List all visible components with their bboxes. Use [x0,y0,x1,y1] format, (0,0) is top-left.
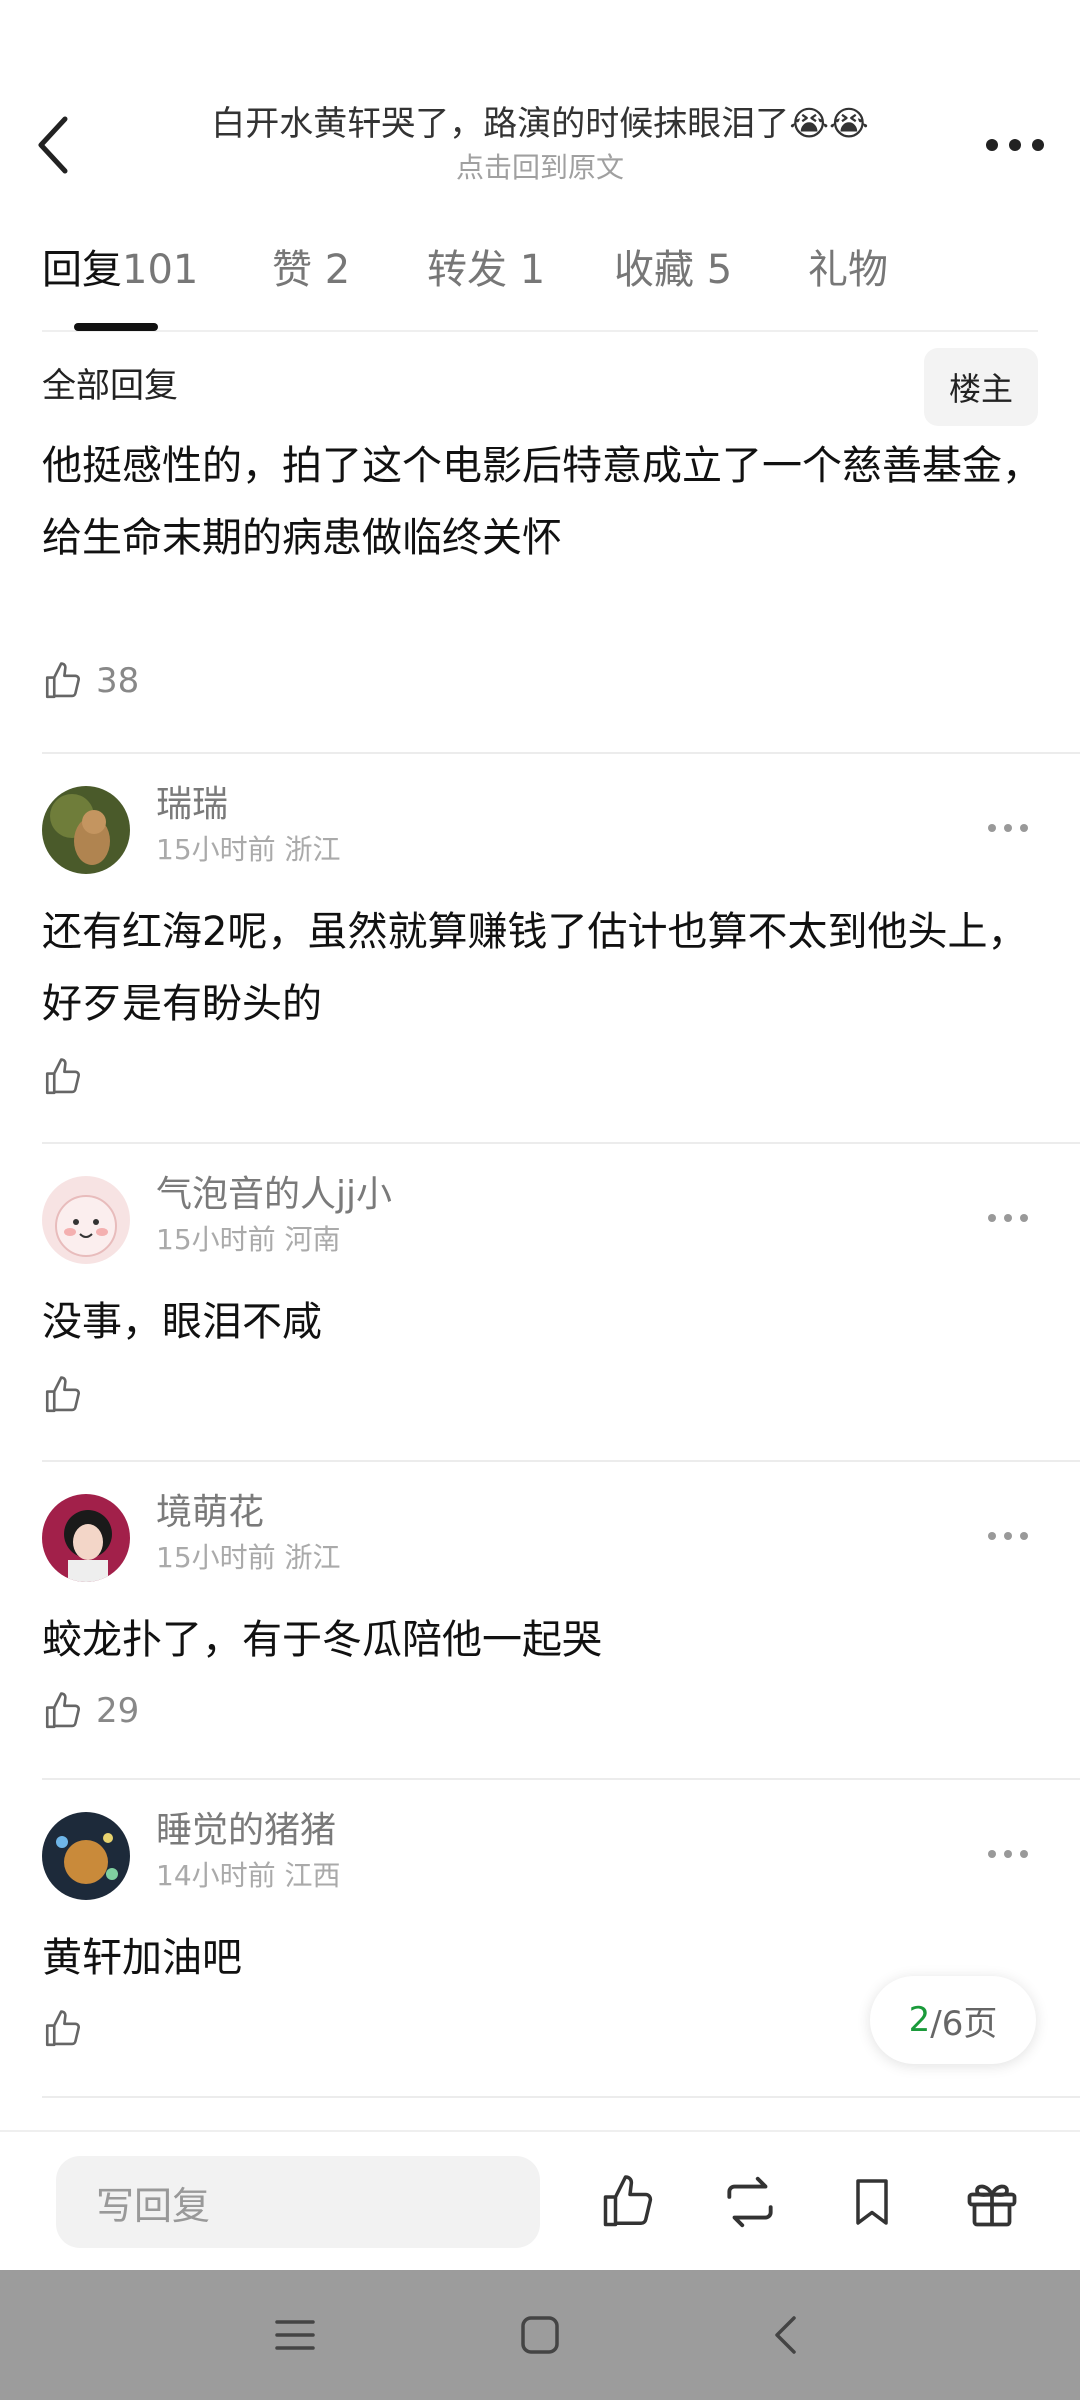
tab-label: 回复 [42,247,122,293]
reply-input[interactable]: 写回复 [56,2156,540,2248]
main-reply-text: 他挺感性的，拍了这个电影后特意成立了一个慈善基金，给生命末期的病患做临终关怀 [42,443,1042,561]
tab-label: 收藏 [614,247,694,293]
comment-time: 15小时前 [156,1541,276,1574]
comment-location: 江西 [284,1859,341,1892]
tab-label: 赞 [272,247,312,293]
like-button[interactable] [42,2008,96,2050]
tab-count: 101 [122,247,199,293]
bookmark-icon[interactable] [834,2164,910,2240]
user-name[interactable]: 气泡音的人jj小 [156,1170,392,1220]
thumbs-up-icon [45,1376,80,1413]
comment-text: 没事，眼泪不咸 [42,1299,322,1345]
tab-count: 1 [519,247,546,293]
tab-label: 礼物 [808,247,888,293]
title-area[interactable]: 白开水黄轩哭了，路演的时候抹眼泪了😭😭 点击回到原文 [150,100,930,188]
back-to-original-link[interactable]: 点击回到原文 [150,148,930,188]
comment-meta: 14小时前 江西 [156,1856,341,1896]
system-nav-bar [0,2270,1080,2400]
more-dots-icon[interactable] [978,1516,1038,1556]
user-name[interactable]: 睡觉的猪猪 [156,1806,336,1856]
tab-label: 转发 [427,247,507,293]
comment-time: 15小时前 [156,1223,276,1256]
like-button[interactable] [42,1056,96,1098]
user-name[interactable]: 瑞瑞 [156,780,228,830]
tab-favorites[interactable]: 收藏 5 [614,240,732,300]
avatar[interactable] [42,1176,130,1264]
tab-reposts[interactable]: 转发 1 [427,240,545,300]
like-count: 38 [96,661,140,701]
comment-time: 15小时前 [156,833,276,866]
comment-text: 蛟龙扑了，有于冬瓜陪他一起哭 [42,1617,602,1663]
tab-likes[interactable]: 赞 2 [272,240,350,300]
back-arrow-icon[interactable] [28,110,78,180]
more-dots-icon[interactable] [978,1834,1038,1874]
tab-bar: 回复101 赞 2 转发 1 收藏 5 礼物 [42,240,1038,332]
tab-count: 2 [324,247,351,293]
bottom-action-bar: 写回复 [0,2130,1080,2270]
divider [42,2096,1080,2098]
avatar[interactable] [42,1812,130,1900]
like-button[interactable] [42,1374,96,1416]
comment-meta: 15小时前 浙江 [156,1538,341,1578]
avatar[interactable] [42,1494,130,1582]
divider [42,1460,1080,1462]
user-name[interactable]: 境萌花 [156,1488,264,1538]
more-dots-icon[interactable] [978,808,1038,848]
thumbs-up-icon[interactable] [590,2164,666,2240]
thumbs-up-icon [45,1692,80,1729]
divider [42,1142,1080,1144]
op-badge[interactable]: 楼主 [924,348,1038,426]
thumbs-up-icon [45,1058,80,1095]
section-label: 全部回复 [42,366,178,406]
repost-icon[interactable] [712,2164,788,2240]
comment-time: 14小时前 [156,1859,276,1892]
total-pages: /6页 [930,2003,998,2044]
more-dots-icon[interactable] [978,1198,1038,1238]
current-page: 2 [908,2000,931,2040]
tab-count: 5 [706,247,733,293]
gift-icon[interactable] [954,2164,1030,2240]
avatar[interactable] [42,786,130,874]
tab-replies[interactable]: 回复101 [42,240,198,300]
home-icon[interactable] [505,2300,575,2370]
thumbs-up-icon [45,662,80,699]
thumbs-up-icon [45,2010,80,2047]
like-count: 29 [96,1691,140,1731]
back-nav-icon[interactable] [750,2300,820,2370]
menu-icon[interactable] [260,2300,330,2370]
like-button[interactable]: 29 [42,1690,139,1732]
more-dots-icon[interactable] [980,120,1050,170]
comment-location: 浙江 [284,1541,341,1574]
comment-meta: 15小时前 河南 [156,1220,341,1260]
active-tab-indicator [74,323,158,331]
divider [42,1778,1080,1780]
comment-location: 河南 [284,1223,341,1256]
header: 白开水黄轩哭了，路演的时候抹眼泪了😭😭 点击回到原文 [0,0,1080,200]
comment-meta: 15小时前 浙江 [156,830,341,870]
divider [42,752,1080,754]
post-title: 白开水黄轩哭了，路演的时候抹眼泪了😭😭 [211,104,869,144]
like-button[interactable]: 38 [42,660,139,702]
page-indicator[interactable]: 2/6页 [870,1976,1036,2064]
comment-location: 浙江 [284,833,341,866]
comment-text: 还有红海2呢，虽然就算赚钱了估计也算不太到他头上，好歹是有盼头的 [42,909,1028,1027]
tab-gifts[interactable]: 礼物 [808,240,888,300]
